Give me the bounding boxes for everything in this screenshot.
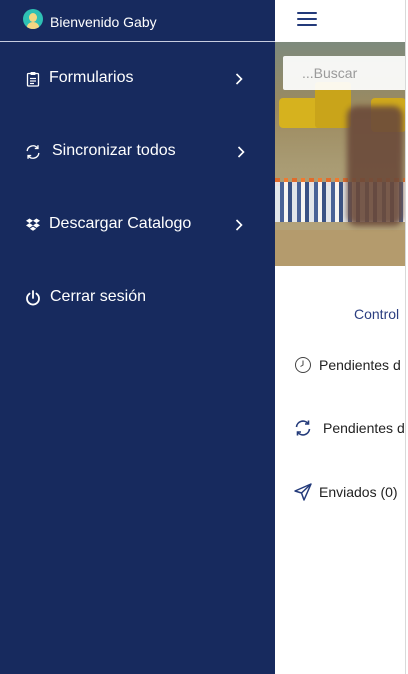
- pending-list-item[interactable]: Pendientes d: [293, 355, 401, 375]
- chevron-right-icon: [237, 146, 245, 158]
- hero-image: [275, 42, 406, 266]
- pending-sync-list-item[interactable]: Pendientes d: [293, 418, 405, 438]
- chevron-right-icon: [235, 219, 243, 231]
- clock-icon: [293, 355, 313, 375]
- send-icon: [293, 482, 313, 502]
- menu-item-sincronizar[interactable]: Sincronizar todos: [0, 130, 275, 174]
- list-item-label: Pendientes d: [319, 357, 401, 373]
- list-item-label: Enviados (0): [319, 484, 398, 500]
- app-bar: [275, 0, 408, 42]
- menu-item-formularios[interactable]: Formularios: [0, 57, 275, 101]
- menu-item-descargar-catalogo[interactable]: Descargar Catalogo: [0, 203, 275, 247]
- dropbox-icon: [24, 216, 42, 234]
- menu-item-label: Sincronizar todos: [52, 142, 176, 159]
- chevron-right-icon: [235, 73, 243, 85]
- divider: [405, 0, 406, 674]
- menu-item-label: Descargar Catalogo: [49, 215, 192, 232]
- main-content: Control Pendientes d Pendientes d Enviad…: [275, 0, 408, 674]
- avatar: [23, 9, 43, 29]
- menu-item-label: Formularios: [49, 69, 134, 86]
- side-drawer: Bienvenido Gaby Formularios Sincronizar …: [0, 0, 275, 674]
- section-label: Control: [354, 306, 400, 322]
- sync-icon: [293, 418, 313, 438]
- sent-list-item[interactable]: Enviados (0): [293, 482, 398, 502]
- clipboard-icon: [24, 70, 42, 88]
- list-item-label: Pendientes d: [323, 420, 405, 436]
- greeting-text: Bienvenido Gaby: [50, 14, 157, 30]
- drawer-header: Bienvenido Gaby: [0, 0, 275, 42]
- menu-item-label: Cerrar sesión: [50, 288, 147, 305]
- power-icon: [24, 289, 42, 307]
- menu-icon[interactable]: [297, 12, 317, 28]
- search-input[interactable]: [283, 56, 406, 90]
- menu-item-cerrar-sesion[interactable]: Cerrar sesión: [0, 276, 275, 320]
- sync-icon: [24, 143, 42, 161]
